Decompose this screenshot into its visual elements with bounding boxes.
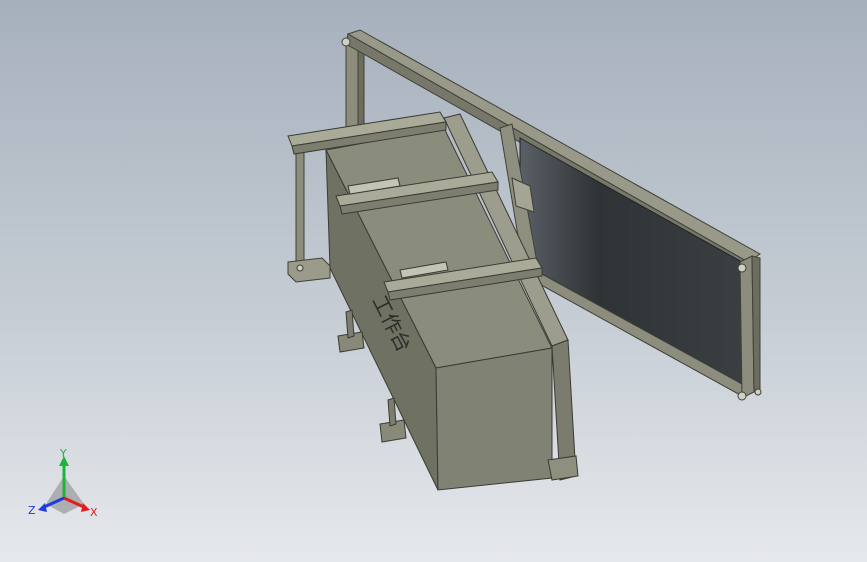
triad-y-label: Y: [59, 448, 67, 460]
cad-model-view[interactable]: 工作台: [0, 0, 867, 562]
orientation-triad[interactable]: Y X Z: [26, 448, 106, 524]
left-support-leg[interactable]: [287, 147, 331, 283]
triad-x-label: X: [90, 506, 98, 519]
box-front-face[interactable]: [435, 347, 553, 491]
triad-z-label: Z: [28, 504, 36, 517]
graphics-viewport[interactable]: 工作台 Y X Z: [0, 0, 867, 562]
